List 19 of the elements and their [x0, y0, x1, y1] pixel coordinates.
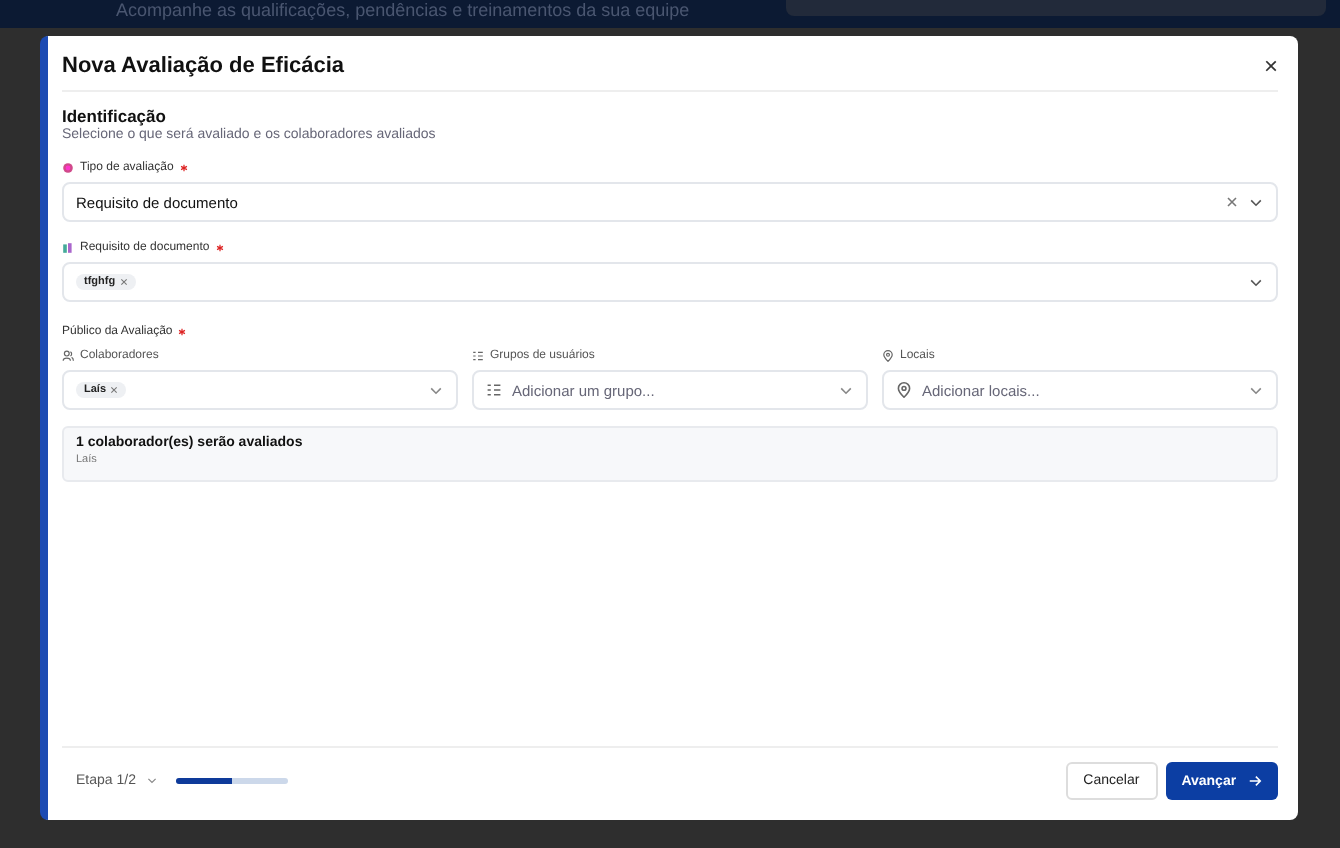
close-icon[interactable]: [110, 386, 119, 394]
close-icon[interactable]: [1226, 196, 1238, 208]
target-icon: [62, 162, 74, 174]
header-subtitle: Acompanhe as qualificações, pendências e treinamentos da sua equipe: [116, 0, 690, 22]
arrow-right-icon: [1248, 773, 1262, 788]
chevron-down-icon[interactable]: [838, 382, 854, 398]
list-icon: [486, 382, 502, 398]
chevron-down-icon[interactable]: [1248, 382, 1264, 398]
chevron-down-icon[interactable]: [1248, 274, 1264, 290]
users-icon: [62, 350, 74, 362]
modal-title: Nova Avaliação de Eficácia: [62, 54, 345, 78]
chevron-down-icon[interactable]: [1248, 194, 1264, 210]
close-button[interactable]: ×: [1263, 52, 1278, 80]
list-icon: [472, 350, 484, 362]
location-pin-icon: [896, 382, 912, 398]
close-icon[interactable]: [119, 278, 128, 286]
chevron-down-icon[interactable]: [428, 382, 444, 398]
location-pin-icon: [882, 350, 894, 362]
section-title: Identificação: [62, 106, 168, 126]
